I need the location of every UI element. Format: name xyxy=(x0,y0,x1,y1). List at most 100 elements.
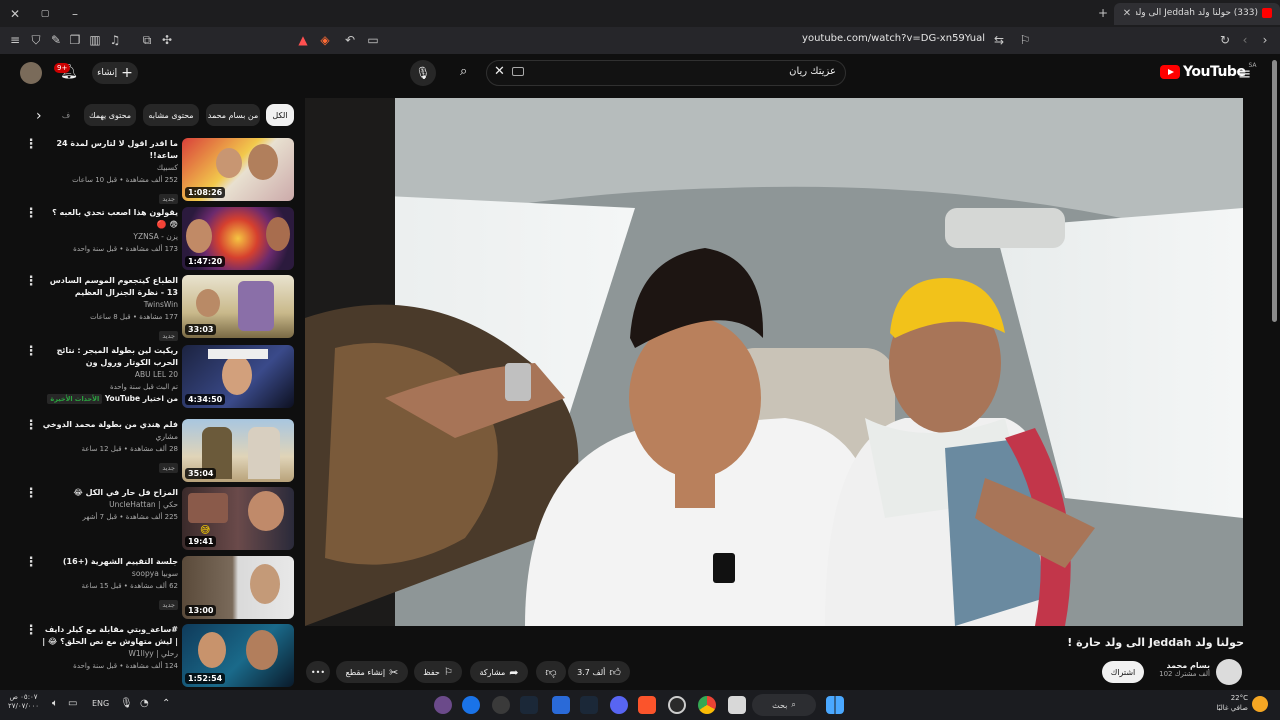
microphone-tray-icon[interactable]: 🎙︎ xyxy=(120,698,133,709)
share-button[interactable]: مشاركة ➦ xyxy=(470,661,528,683)
more-options-icon[interactable]: ⋮ xyxy=(24,624,38,637)
window-maximize-icon[interactable]: ▢ xyxy=(38,7,52,21)
windows-start-icon[interactable] xyxy=(826,696,844,714)
wifi-icon[interactable]: ◔ xyxy=(140,698,149,709)
search-input[interactable]: عزيتك ريان xyxy=(700,66,836,77)
chip-all[interactable]: الكل xyxy=(266,104,294,126)
settings-icon[interactable] xyxy=(668,696,686,714)
window-minimize-icon[interactable]: – xyxy=(68,7,82,21)
address-bar[interactable]: youtube.com/watch?v=DG-xn59Yual xyxy=(760,33,985,44)
back-icon[interactable]: › xyxy=(1258,33,1272,47)
chip-related[interactable]: محتوى مشابه xyxy=(143,104,199,126)
dislike-button[interactable]: 👎︎ xyxy=(536,661,566,683)
more-options-icon[interactable]: ⋮ xyxy=(24,138,38,151)
more-options-icon[interactable]: ⋮ xyxy=(24,207,38,220)
save-button[interactable]: حفظ ⚐ xyxy=(414,661,462,683)
thumbnail[interactable]: 33:03 xyxy=(182,275,294,338)
thumbnail[interactable]: 😅 19:41 xyxy=(182,487,294,550)
brave-shield-icon[interactable]: ◈ xyxy=(318,33,332,47)
menu-icon[interactable]: ≡ xyxy=(8,33,22,47)
voice-search-button[interactable]: 🎙︎ xyxy=(410,60,436,86)
cast-icon[interactable]: ▭ xyxy=(366,33,380,47)
more-options-icon[interactable]: ⋮ xyxy=(24,556,38,569)
list-item[interactable]: ⋮ ما اقدر اقول لا لتارس لمدة 24 ساعة!! ك… xyxy=(24,138,296,204)
list-item[interactable]: ⋮ فلم هندي من بطولة محمد الدوخي مشاري 28… xyxy=(24,419,296,483)
chip-from-channel[interactable]: من بسام محمد xyxy=(206,104,260,126)
thumbnail[interactable]: 4:34:50 xyxy=(182,345,294,408)
search-icon[interactable]: ⌕ xyxy=(460,64,467,79)
list-item[interactable]: ⋮ ريكيت لين بطولة الميجر : نتائج الحرب ا… xyxy=(24,345,296,417)
thumbnail[interactable]: 1:08:26 xyxy=(182,138,294,201)
thumbnail[interactable]: 1:47:20 xyxy=(182,207,294,270)
speaker-icon[interactable]: 🔈︎ xyxy=(52,698,58,709)
list-item[interactable]: ⋮ الطباع كيتجعوم الموسم السادس 13 - نظرة… xyxy=(24,275,296,341)
reload-icon[interactable]: ↻ xyxy=(1218,33,1232,47)
extensions-icon[interactable]: ✎ xyxy=(49,33,63,47)
steam-icon[interactable] xyxy=(520,696,538,714)
shield-app-icon[interactable] xyxy=(552,696,570,714)
hamburger-menu-icon[interactable]: ≡ xyxy=(1238,64,1251,83)
puzzle-icon[interactable]: ✣ xyxy=(160,33,174,47)
keyboard-icon[interactable] xyxy=(512,67,524,76)
sidebar-icon[interactable]: ▥ xyxy=(88,33,102,47)
taskbar-search[interactable]: بحث ⌕ xyxy=(752,694,816,716)
share-label: مشاركة xyxy=(479,667,506,677)
avatar[interactable] xyxy=(20,62,42,84)
thumbnail[interactable]: 13:00 xyxy=(182,556,294,619)
more-options-icon[interactable]: ⋮ xyxy=(24,275,38,288)
save-label: حفظ xyxy=(423,667,440,677)
more-options-icon[interactable]: ⋮ xyxy=(24,487,38,500)
rec-meta: المزاح فل حار في الكل 😂 حكي | UncleHatta… xyxy=(42,487,179,523)
list-item[interactable]: ⋮ جلسة التقييم الشهرية (+16) سوبيا soopy… xyxy=(24,556,296,620)
chip-partial[interactable]: ف xyxy=(58,104,74,126)
chip-for-you[interactable]: محتوى يهمك xyxy=(84,104,136,126)
taskbar-search-icon: ⌕ xyxy=(791,700,796,709)
language-indicator[interactable]: ENG xyxy=(92,699,109,708)
taskbar-app-icon[interactable] xyxy=(434,696,452,714)
channel-info: بسام محمد 102 ألف مشترك xyxy=(1150,661,1210,678)
tray-chevron-icon[interactable]: ⌃ xyxy=(162,698,170,709)
subscribe-button[interactable]: اشتراك xyxy=(1102,661,1144,683)
clip-button[interactable]: إنشاء مقطع ✂ xyxy=(336,661,408,683)
tabs-icon[interactable]: ❐ xyxy=(68,33,82,47)
weather-widget[interactable]: 22°C صافي غالبًا xyxy=(1196,693,1248,713)
clear-search-icon[interactable]: ✕ xyxy=(494,64,505,79)
file-explorer-icon[interactable] xyxy=(728,696,746,714)
thumbnail[interactable]: 35:04 xyxy=(182,419,294,482)
rec-stats: 177 مشاهدة • قبل 8 ساعات xyxy=(90,313,178,321)
create-button[interactable]: إنشاء + xyxy=(92,62,138,84)
clock[interactable]: ٠٥:٠٧ ص ٢٧/٠٧/٠٠٠ xyxy=(8,693,39,711)
chip-scroll-arrow-icon[interactable]: › xyxy=(36,108,42,124)
channel-name[interactable]: بسام محمد xyxy=(1150,661,1211,670)
thumbnail[interactable]: 1:52:54 xyxy=(182,624,294,687)
tab-close-icon[interactable]: ✕ xyxy=(1120,7,1134,21)
brave-icon[interactable] xyxy=(638,696,656,714)
brave-rewards-icon[interactable]: ▲ xyxy=(296,33,310,47)
discord-icon[interactable] xyxy=(610,696,628,714)
chrome-icon[interactable] xyxy=(698,696,716,714)
more-options-icon[interactable]: ⋮ xyxy=(24,419,38,432)
bookmark-icon[interactable]: ⚐ xyxy=(1018,33,1032,47)
page-scrollbar[interactable] xyxy=(1272,60,1277,322)
list-item[interactable]: ⋮ المزاح فل حار في الكل 😂 حكي | UncleHat… xyxy=(24,487,296,551)
window-close-icon[interactable]: ✕ xyxy=(8,7,22,21)
screenshot-icon[interactable]: ⧉ xyxy=(140,33,154,47)
steam-icon[interactable] xyxy=(580,696,598,714)
like-button[interactable]: 3.7 ألف 👍︎ xyxy=(568,661,630,683)
site-settings-icon[interactable]: ⇆ xyxy=(992,33,1006,47)
new-tab-icon[interactable]: + xyxy=(1096,6,1110,20)
video-player[interactable] xyxy=(305,98,1243,626)
more-actions-button[interactable]: ••• xyxy=(306,661,330,683)
display-icon[interactable]: ▭ xyxy=(68,698,77,709)
rec-channel: سوبيا soopya xyxy=(131,569,178,578)
more-options-icon[interactable]: ⋮ xyxy=(24,345,38,358)
music-icon[interactable]: ♫ xyxy=(108,33,122,47)
taskbar-app-icon[interactable] xyxy=(492,696,510,714)
channel-avatar[interactable] xyxy=(1216,659,1242,685)
list-item[interactable]: ⋮ يقولون هذا اصعب تحدي بالعبه ؟ 😨 🔴 يزن … xyxy=(24,207,296,271)
share-icon[interactable]: ↶ xyxy=(343,33,357,47)
list-item[interactable]: ⋮ #ساعة_وبتي مقابلة مع كيلر دايف | ليش م… xyxy=(24,624,296,688)
shield-icon[interactable]: ⛉ xyxy=(29,33,43,47)
taskbar-app-icon[interactable] xyxy=(462,696,480,714)
forward-icon[interactable]: ‹ xyxy=(1238,33,1252,47)
